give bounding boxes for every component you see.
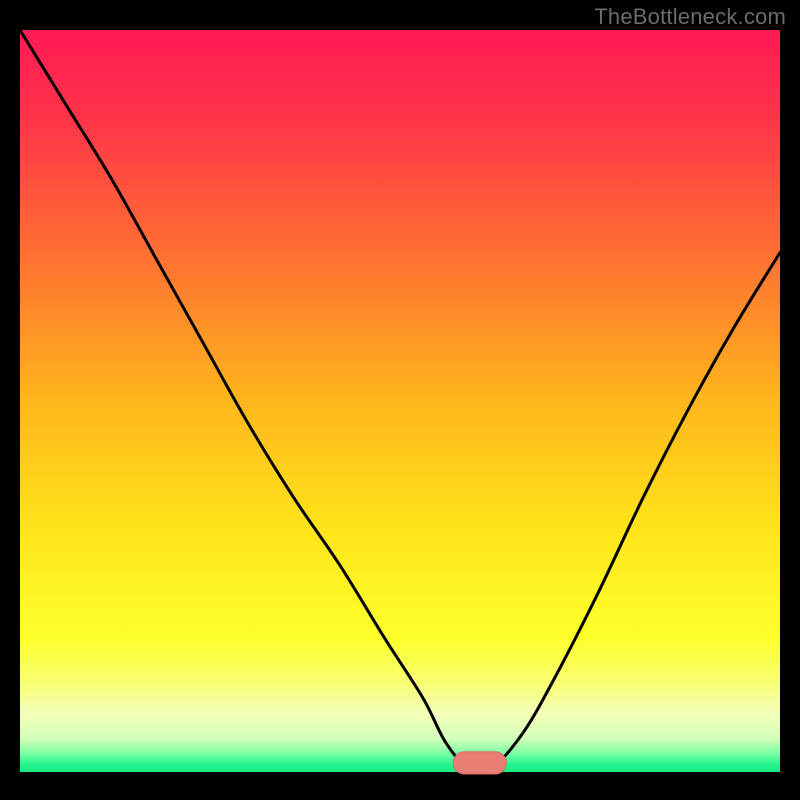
bottleneck-plot	[0, 0, 800, 800]
optimum-marker	[453, 752, 506, 774]
chart-stage: TheBottleneck.com	[0, 0, 800, 800]
watermark-text: TheBottleneck.com	[594, 4, 786, 30]
